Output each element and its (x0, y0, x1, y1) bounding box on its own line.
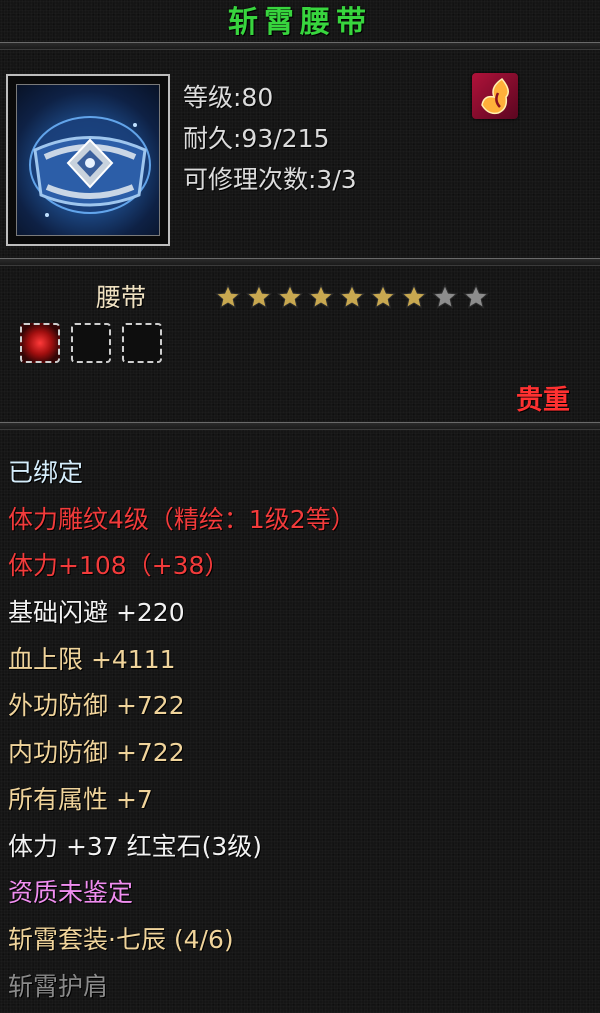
star-icon (214, 283, 242, 309)
item-name: 斩霄腰带 (228, 5, 372, 40)
attribute-list: 已绑定 体力雕纹4级（精绘：1级2等） 体力+108（+38） 基础闪避 +22… (8, 453, 356, 1013)
outer-defense-attribute: 外功防御 +722 (8, 691, 185, 721)
aptitude-status: 资质未鉴定 (8, 878, 134, 908)
flame-crest-icon (472, 73, 518, 119)
star-icon (369, 283, 397, 309)
set-piece-shoulder: 斩霄护肩 (8, 971, 109, 1001)
gem-socket-2[interactable] (71, 323, 111, 363)
durability-stat: 耐久:93/215 (183, 124, 330, 153)
bound-status: 已绑定 (8, 458, 84, 487)
section-divider (0, 258, 600, 266)
all-attributes: 所有属性 +7 (8, 784, 153, 814)
star-icon (462, 283, 490, 309)
rarity-label: 贵重 (516, 385, 570, 416)
gem-socket-1[interactable] (20, 323, 60, 363)
dodge-attribute: 基础闪避 +220 (8, 598, 185, 628)
engraving-attribute: 体力雕纹4级（精绘：1级2等） (8, 504, 356, 534)
star-icon (400, 283, 428, 309)
item-type-label: 腰带 (96, 283, 147, 312)
star-icon (307, 283, 335, 309)
item-icon-frame[interactable] (6, 74, 170, 246)
max-hp-attribute: 血上限 +4111 (8, 644, 176, 674)
star-icon (338, 283, 366, 309)
level-stat: 等级:80 (183, 83, 274, 112)
repair-count-stat: 可修理次数:3/3 (183, 165, 357, 194)
star-icon (431, 283, 459, 309)
belt-item-icon (16, 84, 160, 236)
star-icon (276, 283, 304, 309)
attributes-divider (0, 422, 600, 430)
gem-socket-3[interactable] (122, 323, 162, 363)
stamina-attribute: 体力+108（+38） (8, 551, 230, 581)
star-icon (245, 283, 273, 309)
gem-bonus-attribute: 体力 +37 红宝石(3级) (8, 831, 263, 861)
set-name: 斩霄套装·七辰 (4/6) (8, 924, 234, 954)
inner-defense-attribute: 内功防御 +722 (8, 738, 185, 768)
header-divider (0, 42, 600, 50)
